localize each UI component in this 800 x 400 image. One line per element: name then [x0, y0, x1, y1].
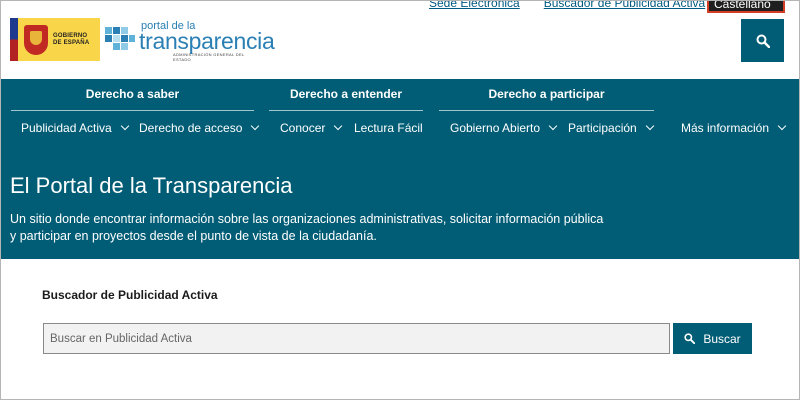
nav-item-publicidad-activa[interactable]: Publicidad Activa	[21, 121, 129, 135]
chevron-down-icon	[777, 121, 787, 131]
sede-electronica-link[interactable]: Sede Electrónica	[429, 1, 520, 10]
nav-item-participacion[interactable]: Participación	[568, 121, 654, 135]
nav-item-conocer[interactable]: Conocer	[280, 121, 343, 135]
hero-description: Un sitio donde encontrar información sob…	[10, 212, 604, 243]
chevron-down-icon	[645, 121, 654, 131]
chevron-down-icon	[251, 121, 260, 131]
nav-divider	[11, 110, 254, 111]
nav-divider	[439, 110, 654, 111]
search-icon	[756, 34, 770, 48]
site-header: GOBIERNO DE ESPAÑA portal de la transpar…	[1, 1, 799, 79]
chevron-down-icon	[548, 121, 558, 131]
nav-item-lectura-facil[interactable]: Lectura Fácil	[354, 121, 423, 135]
nav-divider	[269, 110, 423, 111]
page: GOBIERNO DE ESPAÑA portal de la transpar…	[0, 0, 800, 400]
search-submit-button[interactable]: Buscar	[673, 323, 752, 354]
search-input[interactable]	[43, 323, 670, 354]
search-icon	[684, 333, 696, 344]
buscador-publicidad-link[interactable]: Buscador de Publicidad Activa	[544, 1, 705, 10]
nav-group-title-participar: Derecho a participar	[488, 87, 605, 101]
transparencia-logo-icon	[105, 27, 135, 50]
search-panel-title: Buscador de Publicidad Activa	[42, 288, 218, 302]
nav-item-mas-informacion[interactable]: Más información	[681, 121, 787, 135]
header-search-button[interactable]	[741, 19, 784, 62]
gobierno-de-espana-logo[interactable]: GOBIERNO DE ESPAÑA	[10, 18, 100, 61]
portal-transparencia-logo[interactable]: portal de la transparencia ADMINISTRACIÓ…	[105, 18, 275, 62]
logo-big-text: transparencia	[139, 28, 275, 54]
hero-band: Derecho a saber Derecho a entender Derec…	[1, 79, 799, 259]
coat-of-arms-icon	[24, 24, 48, 55]
language-selector[interactable]: Castellano	[707, 1, 785, 13]
chevron-down-icon	[120, 121, 129, 131]
search-submit-label: Buscar	[703, 331, 741, 346]
chevron-down-icon	[334, 121, 343, 131]
flag-stripes	[10, 18, 18, 61]
top-links: Sede Electrónica Buscador de Publicidad …	[429, 1, 705, 10]
gobierno-logo-text: GOBIERNO DE ESPAÑA	[53, 32, 90, 46]
nav-group-title-saber: Derecho a saber	[85, 87, 180, 101]
logo-sub-text: ADMINISTRACIÓN GENERAL DEL ESTADO	[173, 52, 245, 62]
nav-group-title-entender: Derecho a entender	[289, 87, 403, 101]
page-title: El Portal de la Transparencia	[10, 173, 293, 198]
nav-item-derecho-acceso[interactable]: Derecho de acceso	[139, 121, 260, 135]
nav-item-gobierno-abierto[interactable]: Gobierno Abierto	[450, 121, 558, 135]
